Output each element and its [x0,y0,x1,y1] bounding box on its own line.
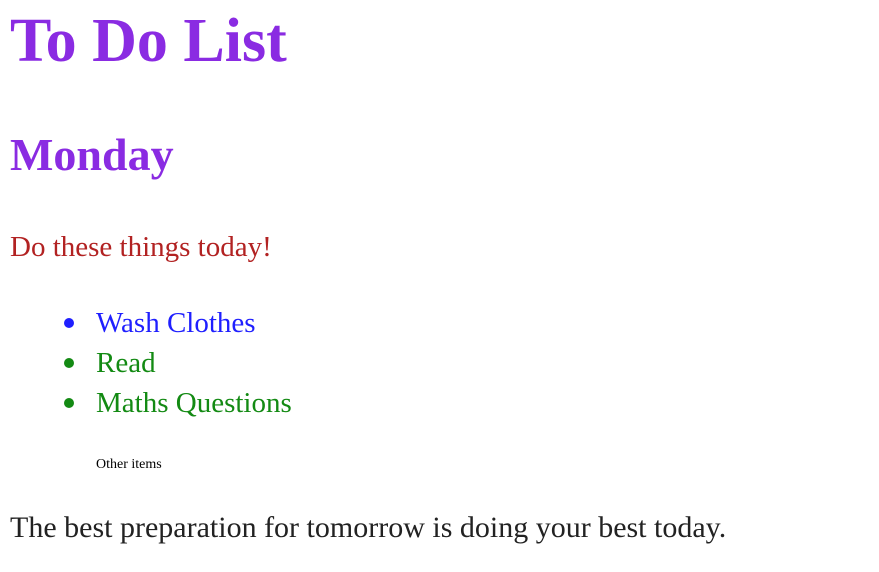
bullet-icon [64,358,74,368]
todo-item-wash-clothes: Wash Clothes [50,304,292,344]
page: To Do List Monday Do these things today!… [0,0,879,572]
todo-item-label: Wash Clothes [96,307,256,339]
todo-item-label: Read [96,347,156,379]
other-items-text: Other items [96,457,162,472]
intro-text: Do these things today! [10,231,272,263]
bullet-icon [64,398,74,408]
todo-item-read: Read [50,344,292,384]
todo-list: Wash Clothes Read Maths Questions [50,304,292,424]
page-title: To Do List [10,7,287,75]
bullet-icon [64,318,74,328]
todo-item-maths-questions: Maths Questions [50,384,292,424]
day-heading: Monday [10,129,174,180]
quote-text: The best preparation for tomorrow is doi… [10,511,727,544]
todo-item-label: Maths Questions [96,387,292,419]
